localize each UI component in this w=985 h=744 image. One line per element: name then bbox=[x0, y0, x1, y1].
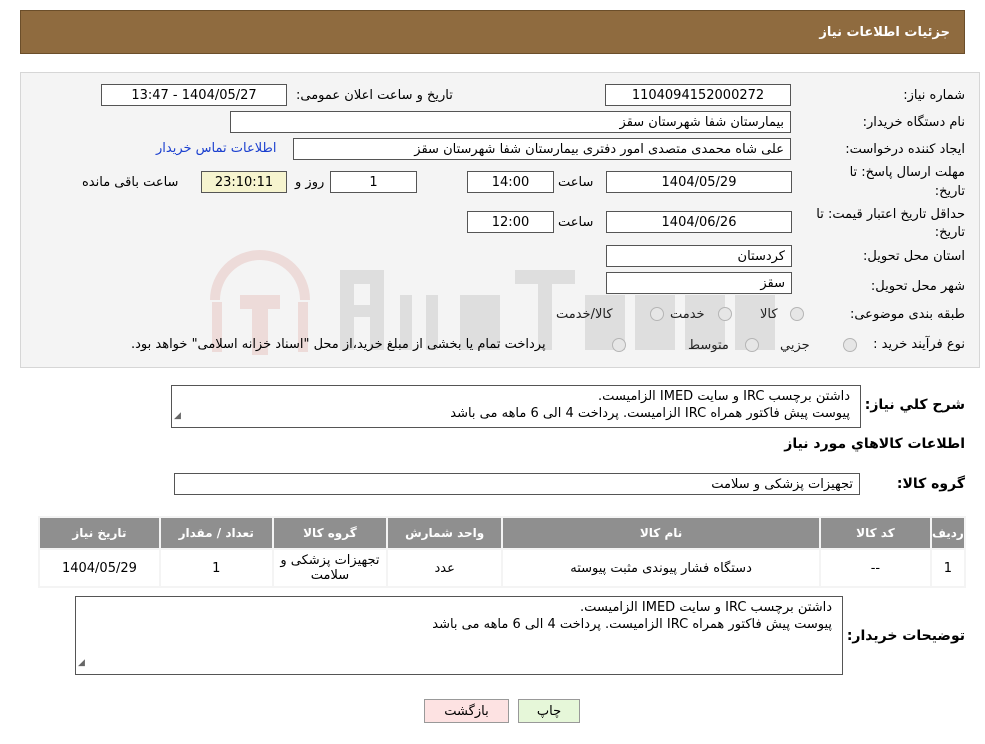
description-label: شرح کلي نياز: bbox=[864, 397, 965, 413]
table-header-row: ردیف کد کالا نام کالا واحد شمارش گروه کا… bbox=[38, 516, 967, 550]
purchase-type-label: نوع فرآیند خرید : bbox=[873, 337, 965, 352]
page-header: جزئیات اطلاعات نیاز bbox=[20, 10, 965, 54]
city-label: شهر محل تحویل: bbox=[870, 279, 965, 294]
back-button[interactable]: بازگشت bbox=[424, 699, 509, 723]
print-button[interactable]: چاپ bbox=[518, 699, 580, 723]
creator-label: ایجاد کننده درخواست: bbox=[845, 142, 965, 157]
col-name: نام کالا bbox=[501, 516, 822, 550]
validity-label: حداقل تاریخ اعتبار قیمت: تا bbox=[816, 207, 965, 222]
category-label: طبقه بندی موضوعی: bbox=[849, 307, 965, 322]
resize-handle-icon[interactable]: ◢ bbox=[78, 655, 85, 672]
send-date-field: 1404/05/29 bbox=[606, 171, 792, 193]
radio-goods[interactable] bbox=[790, 307, 804, 321]
goods-section-title: اطلاعات کالاهاي مورد نياز bbox=[784, 436, 965, 452]
announce-date-label: تاریخ و ساعت اعلان عمومی: bbox=[296, 88, 453, 103]
remaining-days-field: 1 bbox=[330, 171, 417, 193]
items-table: ردیف کد کالا نام کالا واحد شمارش گروه کا… bbox=[38, 516, 967, 588]
radio-medium-label: متوسط bbox=[688, 338, 729, 353]
description-line-1: داشتن برچسب IRC و سایت IMED الزامیست. bbox=[598, 389, 850, 404]
cell-code: -- bbox=[819, 548, 932, 588]
creator-field: علی شاه محمدی متصدی امور دفتری بیمارستان… bbox=[293, 138, 791, 160]
radio-goods-label: کالا bbox=[760, 307, 778, 322]
province-field: کردستان bbox=[606, 245, 792, 267]
validity-date-field: 1404/06/26 bbox=[606, 211, 792, 233]
cell-date: 1404/05/29 bbox=[38, 548, 161, 588]
buyer-notes-line-2: پیوست پیش فاکتور همراه IRC الزامیست. پرد… bbox=[432, 617, 832, 632]
send-time-field: 14:00 bbox=[467, 171, 554, 193]
cell-qty: 1 bbox=[158, 548, 274, 588]
cell-unit: عدد bbox=[386, 548, 504, 588]
radio-treasury[interactable] bbox=[612, 338, 626, 352]
table-row: 1 -- دستگاه فشار پیوندی مثبت پیوسته عدد … bbox=[38, 548, 967, 588]
days-label: روز و bbox=[295, 175, 325, 190]
buyer-org-field: بیمارستان شفا شهرستان سقز bbox=[230, 111, 791, 133]
radio-service-label: خدمت bbox=[670, 307, 705, 322]
announce-date-field: 1404/05/27 - 13:47 bbox=[101, 84, 287, 106]
goods-group-label: گروه کالا: bbox=[896, 476, 965, 492]
buyer-notes-label: توضیحات خریدار: bbox=[846, 628, 965, 644]
col-date: تاریخ نیاز bbox=[38, 516, 161, 550]
validity-time-label: ساعت bbox=[558, 215, 594, 230]
goods-group-field: تجهیزات پزشکی و سلامت bbox=[174, 473, 860, 495]
col-code: کد کالا bbox=[819, 516, 932, 550]
remaining-time-field: 23:10:11 bbox=[201, 171, 287, 193]
buyer-notes-textarea[interactable]: داشتن برچسب IRC و سایت IMED الزامیست. پی… bbox=[75, 596, 843, 675]
radio-goods-service-label: کالا/خدمت bbox=[556, 307, 613, 322]
validity-time-field: 12:00 bbox=[467, 211, 554, 233]
description-line-2: پیوست پیش فاکتور همراه IRC الزامیست. پرد… bbox=[450, 406, 850, 421]
city-field: سقز bbox=[606, 272, 792, 294]
province-label: استان محل تحویل: bbox=[863, 249, 965, 264]
cell-name: دستگاه فشار پیوندی مثبت پیوسته bbox=[501, 548, 822, 588]
cell-group: تجهیزات پزشکی و سلامت bbox=[271, 548, 389, 588]
send-deadline-label: مهلت ارسال پاسخ: تا bbox=[849, 165, 965, 180]
send-time-label: ساعت bbox=[558, 175, 594, 190]
description-textarea[interactable]: داشتن برچسب IRC و سایت IMED الزامیست. پی… bbox=[171, 385, 861, 428]
radio-service[interactable] bbox=[718, 307, 732, 321]
radio-goods-service[interactable] bbox=[650, 307, 664, 321]
radio-minor-label: جزیي bbox=[780, 338, 810, 353]
col-unit: واحد شمارش bbox=[386, 516, 504, 550]
remaining-label: ساعت باقی مانده bbox=[82, 175, 179, 190]
treasury-note: پرداخت تمام یا بخشی از مبلغ خرید،از محل … bbox=[131, 337, 546, 352]
send-deadline-label-2: تاریخ: bbox=[934, 184, 965, 199]
col-qty: تعداد / مقدار bbox=[158, 516, 274, 550]
buyer-contact-link[interactable]: اطلاعات تماس خریدار bbox=[156, 141, 276, 156]
validity-label-2: تاریخ: bbox=[934, 225, 965, 240]
need-number-field: 1104094152000272 bbox=[605, 84, 791, 106]
radio-medium[interactable] bbox=[745, 338, 759, 352]
radio-minor[interactable] bbox=[843, 338, 857, 352]
col-row: ردیف bbox=[929, 516, 967, 550]
resize-handle-icon[interactable]: ◢ bbox=[174, 408, 181, 425]
page-title: جزئیات اطلاعات نیاز bbox=[819, 24, 950, 40]
col-group: گروه کالا bbox=[271, 516, 389, 550]
buyer-org-label: نام دستگاه خریدار: bbox=[862, 115, 965, 130]
cell-row: 1 bbox=[929, 548, 967, 588]
buyer-notes-line-1: داشتن برچسب IRC و سایت IMED الزامیست. bbox=[580, 600, 832, 615]
need-number-label: شماره نیاز: bbox=[903, 88, 965, 103]
